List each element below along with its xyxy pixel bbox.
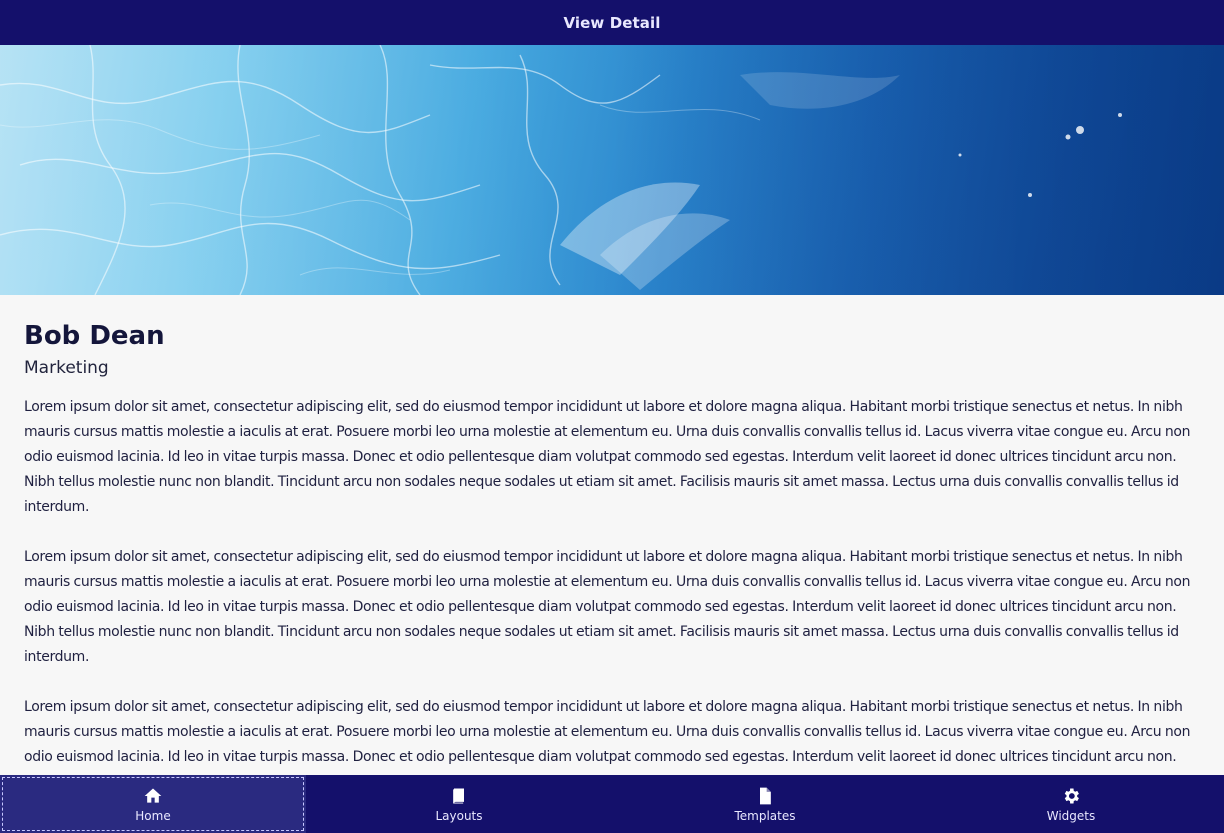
home-icon (144, 788, 162, 803)
top-app-bar: View Detail (0, 0, 1224, 45)
book-icon (453, 788, 464, 803)
nav-label: Widgets (1046, 808, 1096, 823)
page-title: View Detail (563, 13, 661, 32)
profile-department: Marketing (24, 358, 109, 378)
file-icon (760, 787, 771, 804)
body-paragraph: Lorem ipsum dolor sit amet, consectetur … (24, 399, 1191, 515)
ocean-water-photo (0, 45, 1224, 295)
nav-item-layouts[interactable]: Layouts (306, 775, 612, 833)
nav-label: Layouts (435, 808, 483, 823)
bottom-navigation: Home Layouts Templates Widgets (0, 775, 1224, 833)
nav-label: Home (135, 808, 171, 823)
nav-item-templates[interactable]: Templates (612, 775, 918, 833)
nav-item-widgets[interactable]: Widgets (918, 775, 1224, 833)
detail-content: Bob Dean Marketing Lorem ipsum dolor sit… (24, 295, 1204, 820)
body-paragraph: Lorem ipsum dolor sit amet, consectetur … (24, 549, 1191, 665)
nav-item-home[interactable]: Home (0, 775, 306, 833)
nav-label: Templates (734, 808, 796, 823)
profile-name: Bob Dean (24, 321, 165, 351)
hero-image (0, 45, 1224, 295)
detail-page: View Detail Bob Dean Marketing Lorem ips… (0, 0, 1224, 833)
gear-icon (1064, 788, 1079, 803)
